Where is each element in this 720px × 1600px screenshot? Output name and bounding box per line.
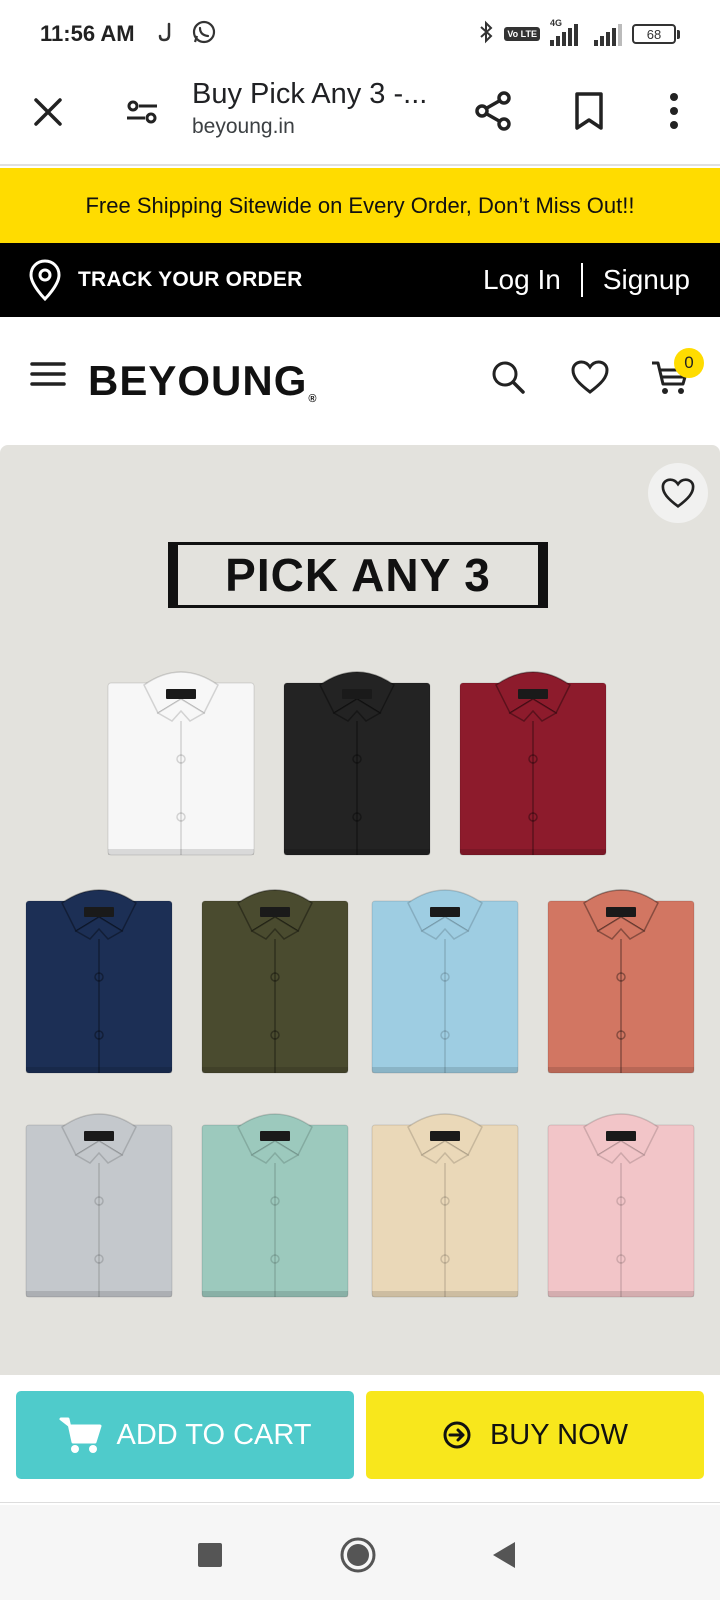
close-tab-button[interactable] [26, 90, 70, 134]
back-triangle-icon [493, 1542, 515, 1568]
account-bar: TRACK YOUR ORDER Log In Signup [0, 243, 720, 317]
bookmark-button[interactable] [566, 88, 612, 134]
buy-now-label: BUY NOW [489, 1418, 629, 1451]
promo-text: Free Shipping Sitewide on Every Order, D… [85, 192, 635, 218]
add-to-wishlist-button[interactable] [648, 463, 708, 523]
shirt-7 [547, 889, 695, 1074]
shirt-11 [547, 1113, 695, 1298]
heart-icon [661, 478, 695, 509]
search-icon [492, 361, 525, 394]
back-button[interactable] [484, 1535, 524, 1575]
wishlist-button[interactable] [570, 359, 612, 399]
shirt-6 [371, 889, 519, 1074]
site-logo[interactable]: BEYOUNG® [88, 357, 317, 405]
product-image[interactable]: PICK ANY 3 [0, 445, 720, 1375]
status-bar: 11:56 AM Vo LTE 4G 68 [0, 0, 720, 68]
status-time: 11:56 AM [40, 21, 135, 46]
cart-count-badge: 0 [674, 348, 704, 378]
login-link[interactable]: Log In [483, 264, 561, 296]
url-display[interactable]: Buy Pick Any 3 -... beyoung.in [192, 78, 447, 139]
shirt-2 [283, 671, 431, 856]
track-order-label: TRACK YOUR ORDER [78, 268, 303, 291]
cart-icon [59, 1417, 101, 1453]
signal-icon-2 [594, 22, 622, 46]
hamburger-icon [30, 362, 66, 386]
track-order-link[interactable]: TRACK YOUR ORDER [28, 258, 303, 302]
menu-button[interactable] [30, 359, 70, 399]
promo-banner: Free Shipping Sitewide on Every Order, D… [0, 168, 720, 243]
tune-icon [127, 100, 157, 124]
logo-registered-mark: ® [308, 393, 318, 405]
recents-button[interactable] [190, 1535, 230, 1575]
arrow-circle-icon [443, 1421, 471, 1449]
signal-icon-1: 4G [550, 18, 578, 46]
shirt-3 [459, 671, 607, 856]
volte-badge: Vo LTE [504, 27, 540, 41]
battery-level: 68 [632, 24, 676, 44]
search-button[interactable] [490, 359, 530, 399]
system-nav-bar [0, 1505, 720, 1600]
shirt-10 [371, 1113, 519, 1298]
add-to-cart-button[interactable]: ADD TO CART [16, 1391, 354, 1479]
home-button[interactable] [338, 1535, 378, 1575]
more-options-button[interactable] [652, 88, 696, 134]
square-icon [198, 1543, 222, 1567]
shirt-9 [201, 1113, 349, 1298]
battery-icon: 68 [632, 24, 680, 44]
site-settings-button[interactable] [120, 90, 164, 134]
whatsapp-icon [191, 19, 217, 50]
buy-now-button[interactable]: BUY NOW [366, 1391, 704, 1479]
share-button[interactable] [470, 88, 516, 134]
shirt-5 [201, 889, 349, 1074]
action-bar: ADD TO CART BUY NOW [0, 1375, 720, 1503]
share-icon [475, 91, 511, 131]
page-domain: beyoung.in [192, 115, 295, 138]
page-title: Buy Pick Any 3 -... [192, 78, 428, 110]
close-icon [34, 98, 62, 126]
site-header: BEYOUNG® [0, 317, 720, 445]
add-to-cart-label: ADD TO CART [116, 1418, 312, 1451]
shirt-8 [25, 1113, 173, 1298]
bookmark-icon [575, 92, 603, 130]
location-pin-icon [29, 259, 61, 302]
more-vertical-icon [670, 93, 678, 129]
heart-icon [571, 360, 609, 394]
auth-divider [580, 263, 583, 297]
home-circle-icon [340, 1537, 376, 1573]
shirt-4 [25, 889, 173, 1074]
notification-icon [157, 21, 175, 48]
logo-text: BEYOUNG [88, 357, 308, 404]
shirt-1 [107, 671, 255, 856]
bluetooth-icon [478, 20, 494, 49]
signup-link[interactable]: Signup [603, 264, 690, 296]
pick-any-banner: PICK ANY 3 [168, 542, 548, 608]
pick-any-text: PICK ANY 3 [225, 549, 491, 601]
network-type-label: 4G [550, 18, 563, 28]
browser-toolbar: Buy Pick Any 3 -... beyoung.in [0, 68, 720, 166]
